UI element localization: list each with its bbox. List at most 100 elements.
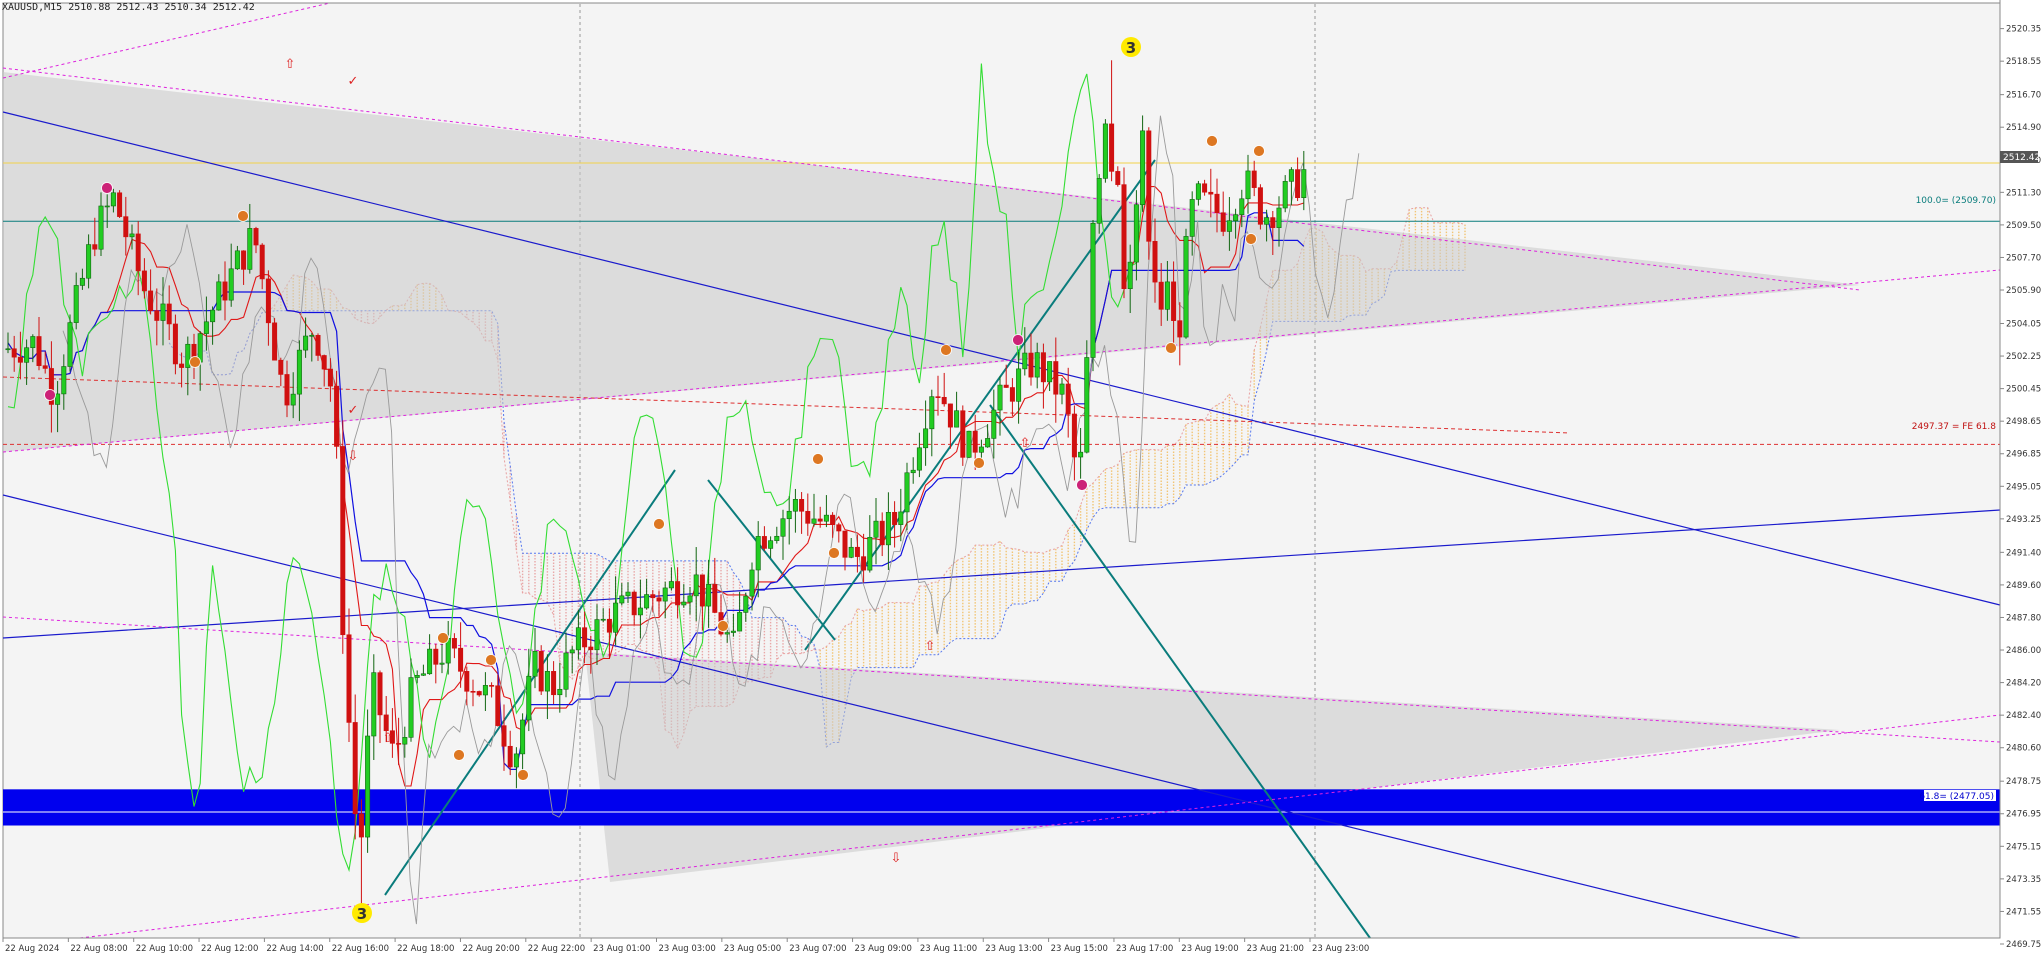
candle-body: [594, 619, 600, 651]
candle-body: [1003, 384, 1009, 388]
candle-body: [241, 250, 247, 270]
candle-body: [972, 430, 978, 453]
candle-body: [396, 743, 402, 745]
y-tick-label: 2478.75: [2006, 777, 2041, 787]
candle-body: [73, 285, 79, 323]
wave-dot: [653, 518, 665, 530]
candle-body: [1121, 184, 1127, 289]
fib-100-label: 100.0= (2509.70): [1916, 196, 1996, 206]
candle: [1121, 167, 1127, 299]
y-tick-label: 2489.60: [2006, 581, 2041, 591]
candle-body: [817, 518, 823, 522]
candle-body: [724, 632, 730, 635]
candle: [1257, 184, 1263, 230]
y-tick-label: 2511.30: [2006, 188, 2041, 198]
high-value: 2512.43: [116, 2, 159, 13]
candle-body: [476, 691, 482, 696]
low-value: 2510.34: [164, 2, 207, 13]
candle-body: [823, 514, 829, 522]
candle-body: [687, 595, 693, 603]
candle-body: [247, 228, 253, 270]
candle-body: [141, 270, 147, 292]
candle-body: [749, 569, 755, 597]
wave-3-high-marker: 3: [1121, 37, 1141, 57]
arrow-down-icon: ⇩: [891, 851, 902, 866]
y-tick-label: 2491.40: [2006, 548, 2041, 558]
candle-body: [842, 530, 848, 558]
candle-body: [588, 646, 594, 651]
candle-body: [482, 685, 488, 696]
candle-body: [160, 303, 166, 321]
candle-body: [836, 524, 842, 532]
candle-body: [402, 737, 408, 745]
candle-body: [1071, 413, 1077, 458]
symbol-label: XAUUSD,M15: [2, 2, 63, 13]
candle-body: [92, 244, 98, 250]
candle-body: [780, 518, 786, 537]
candle-body: [656, 597, 662, 602]
candle-body: [61, 366, 67, 395]
candle-body: [1257, 187, 1263, 225]
y-tick-label: 2509.50: [2006, 221, 2041, 231]
y-tick-label: 2507.70: [2006, 253, 2041, 263]
candle-body: [36, 336, 42, 366]
candle-body: [904, 472, 910, 513]
candle-body: [1171, 281, 1177, 321]
wave-dot: [973, 457, 985, 469]
y-tick-label: 2473.35: [2006, 875, 2041, 885]
x-tick-label: 23 Aug 07:00: [789, 944, 846, 954]
candle-body: [334, 385, 340, 447]
candle-body: [730, 630, 736, 633]
candle-body: [346, 634, 352, 723]
candle-body: [501, 725, 507, 747]
candle-body: [17, 356, 23, 363]
candle-body: [681, 601, 687, 606]
candle-body: [526, 675, 532, 721]
chart-header: XAUUSD,M15 2510.88 2512.43 2510.34 2512.42: [2, 2, 261, 13]
price-chart[interactable]: ⇧ ✓ ✓ ⇩ ⇩ ⇧ ⇧ ⇧ 2520.35 2518.55 2516.70 2514.90 251…: [0, 0, 2044, 960]
candle-body: [892, 512, 898, 525]
candle-body: [631, 591, 637, 616]
candle-body: [1233, 214, 1239, 221]
y-tick-label: 2475.15: [2006, 842, 2041, 852]
x-tick-label: 22 Aug 16:00: [332, 944, 389, 954]
candle-body: [923, 428, 929, 449]
candle-body: [185, 343, 191, 368]
candle-body: [712, 584, 718, 613]
candle-body: [371, 672, 377, 737]
candle-body: [408, 677, 414, 738]
candle-body: [1288, 169, 1294, 182]
y-tick-label: 2495.05: [2006, 482, 2041, 492]
candle-body: [662, 587, 668, 602]
candle-body: [799, 499, 805, 512]
candle-body: [637, 607, 643, 616]
candle-body: [1220, 212, 1226, 232]
candle-body: [228, 268, 234, 301]
candle-body: [86, 244, 92, 279]
candle-body: [222, 281, 228, 301]
candle-body: [129, 233, 135, 238]
candle-body: [1208, 191, 1214, 195]
candle-body: [420, 673, 426, 676]
candle-body: [1096, 178, 1102, 224]
candle-body: [216, 281, 222, 311]
check-icon: ✓: [348, 403, 359, 418]
candle: [1090, 219, 1096, 372]
y-tick-label: 2496.85: [2006, 450, 2041, 460]
candle-body: [848, 546, 854, 558]
candle-body: [1189, 199, 1195, 237]
candle-body: [414, 675, 420, 678]
candle-body: [42, 365, 48, 369]
x-tick-label: 22 Aug 10:00: [136, 944, 193, 954]
candle-body: [582, 627, 588, 648]
candle-body: [210, 309, 216, 323]
candle-body: [1270, 217, 1276, 228]
candle-body: [495, 685, 501, 726]
candle-body: [861, 556, 867, 571]
candle-body: [365, 735, 371, 838]
candle-body: [1295, 169, 1301, 199]
x-tick-label: 23 Aug 17:00: [1116, 944, 1173, 954]
chart-canvas[interactable]: ⇧ ✓ ✓ ⇩ ⇩ ⇧ ⇧ ⇧ 2520.35 2518.55 2516.70 2514.90 251…: [0, 0, 2044, 960]
wave-dot: [812, 453, 824, 465]
candle-body: [650, 594, 656, 599]
